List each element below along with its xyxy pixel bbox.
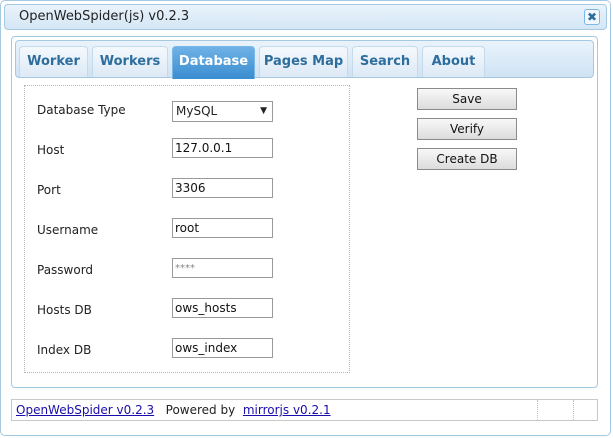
mirrorjs-link[interactable]: mirrorjs v0.2.1 — [243, 403, 331, 417]
password-label: Password — [37, 263, 94, 277]
tab-database[interactable]: Database — [172, 46, 255, 79]
footer-divider — [537, 400, 539, 420]
chevron-down-icon: ▼ — [260, 106, 267, 116]
create-db-button[interactable]: Create DB — [417, 148, 517, 170]
window-title: OpenWebSpider(js) v0.2.3 — [19, 9, 190, 24]
db-type-select[interactable]: MySQL ▼ — [172, 101, 273, 122]
powered-by-label: Powered by — [165, 403, 236, 417]
tab-worker[interactable]: Worker — [19, 46, 88, 77]
port-input[interactable]: 3306 — [172, 178, 273, 198]
tab-search[interactable]: Search — [352, 46, 418, 77]
save-button[interactable]: Save — [417, 88, 517, 110]
username-label: Username — [37, 223, 99, 237]
password-input[interactable]: **** — [172, 258, 273, 278]
powered-by-text: Powered by — [158, 403, 239, 417]
hosts-db-input[interactable]: ows_hosts — [172, 298, 273, 318]
close-icon[interactable]: ✖ — [584, 9, 600, 25]
status-bar: OpenWebSpider v0.2.3 Powered by mirrorjs… — [11, 399, 598, 421]
verify-button[interactable]: Verify — [417, 118, 517, 140]
username-input[interactable]: root — [172, 218, 273, 238]
tab-about[interactable]: About — [422, 46, 485, 77]
footer-text: OpenWebSpider v0.2.3 Powered by mirrorjs… — [16, 403, 331, 417]
tab-bar: Worker Workers Database Pages Map Search… — [15, 40, 594, 79]
tabs-panel: Worker Workers Database Pages Map Search… — [11, 36, 598, 388]
port-label: Port — [37, 183, 61, 197]
host-input[interactable]: 127.0.0.1 — [172, 138, 273, 158]
app-version-link[interactable]: OpenWebSpider v0.2.3 — [16, 403, 154, 417]
hosts-db-label: Hosts DB — [37, 303, 92, 317]
footer-divider — [573, 400, 575, 420]
database-settings-form: Database Type MySQL ▼ Host 127.0.0.1 Por… — [24, 85, 350, 373]
tab-pages-map[interactable]: Pages Map — [259, 46, 348, 77]
index-db-input[interactable]: ows_index — [172, 338, 273, 358]
tab-workers[interactable]: Workers — [92, 46, 168, 77]
db-type-label: Database Type — [37, 103, 126, 117]
app-window: OpenWebSpider(js) v0.2.3 ✖ Worker Worker… — [0, 0, 611, 436]
db-type-value: MySQL — [176, 104, 218, 118]
index-db-label: Index DB — [37, 343, 92, 357]
host-label: Host — [37, 143, 65, 157]
title-bar[interactable]: OpenWebSpider(js) v0.2.3 ✖ — [4, 4, 607, 30]
